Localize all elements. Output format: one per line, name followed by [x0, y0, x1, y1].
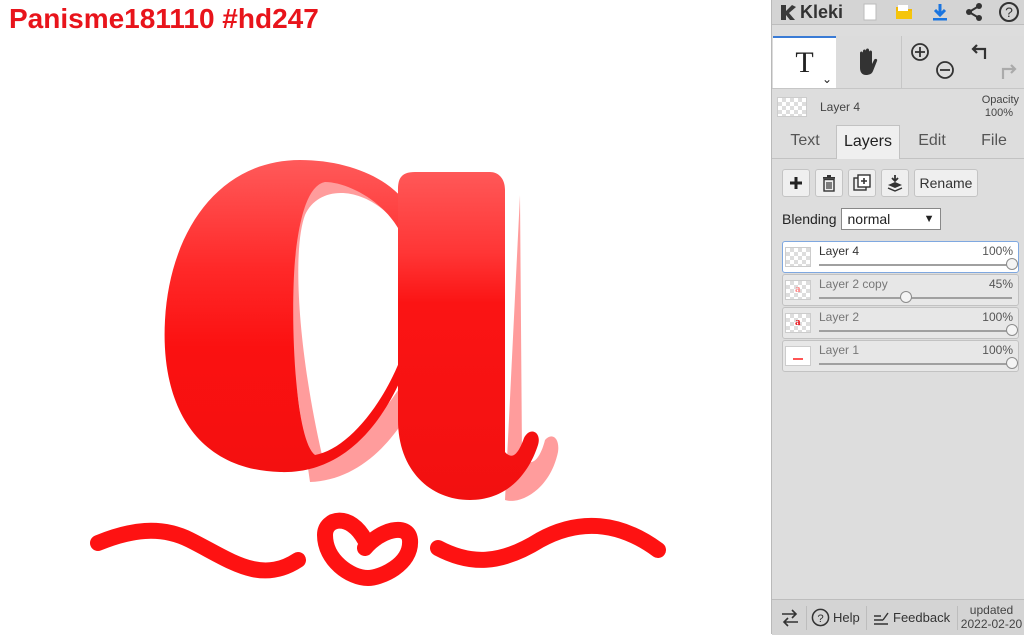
layer-thumbnail: a [785, 280, 811, 300]
layer-thumbnail [785, 346, 811, 366]
layer-item-layer-2[interactable]: a Layer 2 100% [782, 307, 1019, 339]
tab-file[interactable]: File [964, 125, 1024, 158]
heart [317, 512, 418, 586]
kleki-logo-icon [781, 5, 796, 20]
updated-date: 2022-02-20 [960, 617, 1023, 631]
slider-knob[interactable] [1006, 324, 1018, 336]
zoom-out-icon[interactable] [935, 60, 955, 80]
feedback-button[interactable]: Feedback [873, 600, 950, 635]
layer-item-layer-2-copy[interactable]: a Layer 2 copy 45% [782, 274, 1019, 306]
duplicate-icon [853, 174, 871, 191]
help-label: Help [833, 610, 860, 625]
open-folder-icon[interactable] [892, 1, 916, 23]
download-icon[interactable] [928, 1, 952, 23]
updated-info: updated 2022-02-20 [958, 603, 1024, 631]
help-icon[interactable]: ? [997, 1, 1021, 23]
layer-item-layer-1[interactable]: Layer 1 100% [782, 340, 1019, 372]
tab-layers[interactable]: Layers [836, 125, 900, 159]
hand-tool-button[interactable] [836, 36, 900, 88]
layer-opacity-slider[interactable] [819, 324, 1018, 336]
duplicate-layer-button[interactable] [848, 169, 876, 197]
tool-row: T ⌄ [772, 36, 1024, 89]
new-image-icon[interactable] [858, 1, 882, 23]
layer-thumbnail [785, 247, 811, 267]
canvas-title-text: Panisme181110 #hd247 [9, 3, 319, 34]
slider-knob[interactable] [1006, 357, 1018, 369]
bottom-bar: ? Help Feedback updated 2022-02-20 [772, 599, 1024, 635]
merge-down-icon [887, 175, 903, 192]
chevron-down-icon[interactable]: ⌄ [822, 72, 832, 86]
zoom-in-icon[interactable] [910, 42, 930, 62]
layer-opacity: 45% [988, 277, 1013, 291]
app-name: Kleki [800, 1, 844, 22]
sidebar: Kleki ? T ⌄ Layer 4 Opacity 100% Text La… [771, 0, 1024, 635]
plus-icon [790, 177, 802, 189]
top-bar: Kleki ? [772, 0, 1024, 25]
redo-icon[interactable] [997, 62, 1017, 82]
text-tool-glyph: T [795, 46, 814, 79]
artwork [90, 160, 666, 586]
feedback-icon [874, 612, 889, 625]
chevron-down-icon: ▼ [923, 213, 935, 225]
opacity-label: Opacity [981, 94, 1019, 106]
zoom-tools [901, 36, 965, 88]
help-button[interactable]: ? Help [811, 600, 860, 635]
layer-opacity: 100% [982, 244, 1013, 258]
slider-knob[interactable] [1006, 258, 1018, 270]
drawing-canvas[interactable]: Panisme181110 #hd247 [0, 0, 771, 634]
opacity-value: 100% [984, 107, 1013, 119]
layer-opacity-slider[interactable] [819, 258, 1018, 270]
blending-select[interactable]: normal ▼ [840, 208, 941, 230]
layer-item-layer-4[interactable]: Layer 4 100% [782, 241, 1019, 273]
slider-knob[interactable] [899, 291, 912, 303]
trash-icon [823, 175, 835, 192]
layer-name: Layer 2 [819, 310, 860, 324]
updated-label: updated [969, 603, 1014, 617]
swap-sides-button[interactable] [780, 600, 800, 635]
swap-arrows-icon [782, 608, 798, 627]
merge-layer-button[interactable] [881, 169, 909, 197]
blending-row: Blending normal ▼ [782, 207, 941, 231]
current-layer-info: Layer 4 Opacity 100% [772, 90, 1024, 124]
tab-edit[interactable]: Edit [901, 125, 963, 158]
layer-name: Layer 1 [819, 343, 860, 357]
layer-opacity-slider[interactable] [819, 357, 1018, 369]
panel-tabs: Text Layers Edit File [772, 125, 1024, 159]
text-tool-button[interactable]: T ⌄ [773, 36, 836, 88]
divider [866, 606, 867, 630]
svg-text:?: ? [1005, 4, 1013, 20]
share-icon[interactable] [962, 1, 986, 23]
right-swash [430, 517, 666, 568]
rename-layer-button[interactable]: Rename [914, 169, 978, 197]
help-circle-icon: ? [811, 608, 830, 627]
layer-opacity: 100% [982, 343, 1013, 357]
history-tools [965, 36, 1024, 88]
layer-name: Layer 4 [819, 244, 860, 258]
tab-text[interactable]: Text [775, 125, 835, 158]
hand-icon [860, 48, 878, 75]
layer-opacity-slider[interactable] [819, 291, 1012, 303]
divider [806, 606, 807, 630]
letter-a-bowl [164, 160, 410, 473]
blending-value: normal [847, 211, 891, 227]
feedback-label: Feedback [893, 610, 951, 625]
add-layer-button[interactable] [782, 169, 810, 197]
current-layer-name: Layer 4 [820, 100, 861, 114]
svg-text:?: ? [817, 613, 823, 625]
blending-label: Blending [782, 211, 837, 227]
layer-opacity: 100% [982, 310, 1013, 324]
undo-icon[interactable] [971, 42, 991, 62]
kleki-logo[interactable]: Kleki [778, 1, 843, 23]
left-swash [90, 522, 306, 579]
layer-name: Layer 2 copy [819, 277, 888, 291]
current-layer-thumbnail [777, 97, 807, 117]
delete-layer-button[interactable] [815, 169, 843, 197]
layer-thumbnail: a [785, 313, 811, 333]
